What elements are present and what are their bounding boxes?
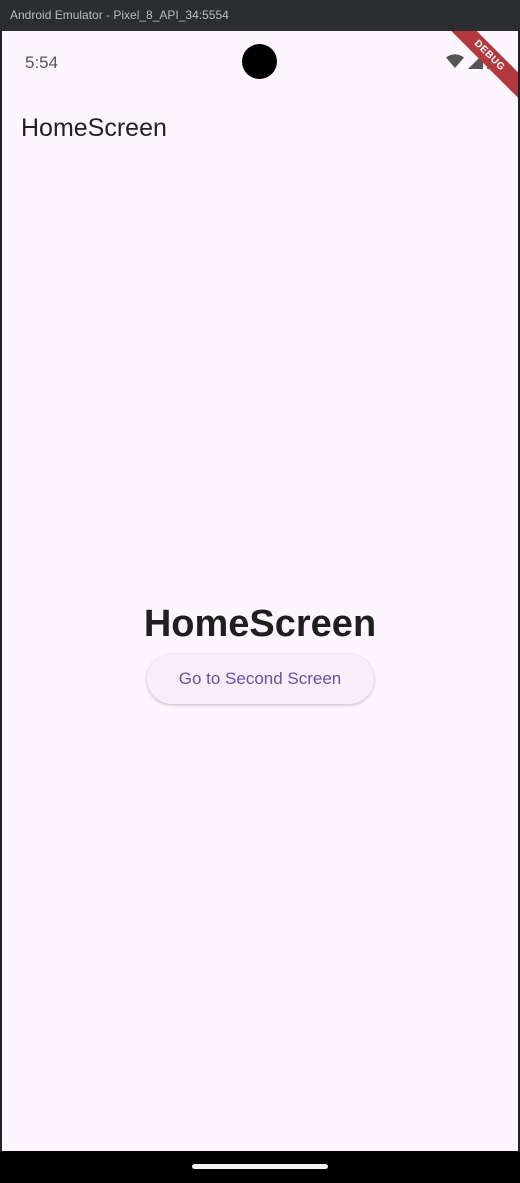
system-navigation-bar — [0, 1151, 520, 1183]
home-gesture-handle[interactable] — [192, 1164, 328, 1169]
device-screen: 5:54 DEBUG HomeScreen HomeScreen Go to S… — [2, 31, 518, 1151]
app-bar-title: HomeScreen — [21, 114, 167, 142]
status-bar: 5:54 DEBUG — [2, 31, 518, 105]
go-to-second-screen-button[interactable]: Go to Second Screen — [146, 654, 374, 704]
page-headline: HomeScreen — [143, 603, 377, 645]
window-title-bar[interactable]: Android Emulator - Pixel_8_API_34:5554 — [0, 0, 520, 31]
status-time: 5:54 — [25, 53, 59, 72]
content-center: HomeScreen Go to Second Screen — [2, 603, 518, 704]
camera-cutout — [242, 44, 277, 79]
emulator-window: Android Emulator - Pixel_8_API_34:5554 5… — [0, 0, 520, 1183]
window-title: Android Emulator - Pixel_8_API_34:5554 — [10, 8, 229, 22]
wifi-icon — [446, 54, 464, 68]
